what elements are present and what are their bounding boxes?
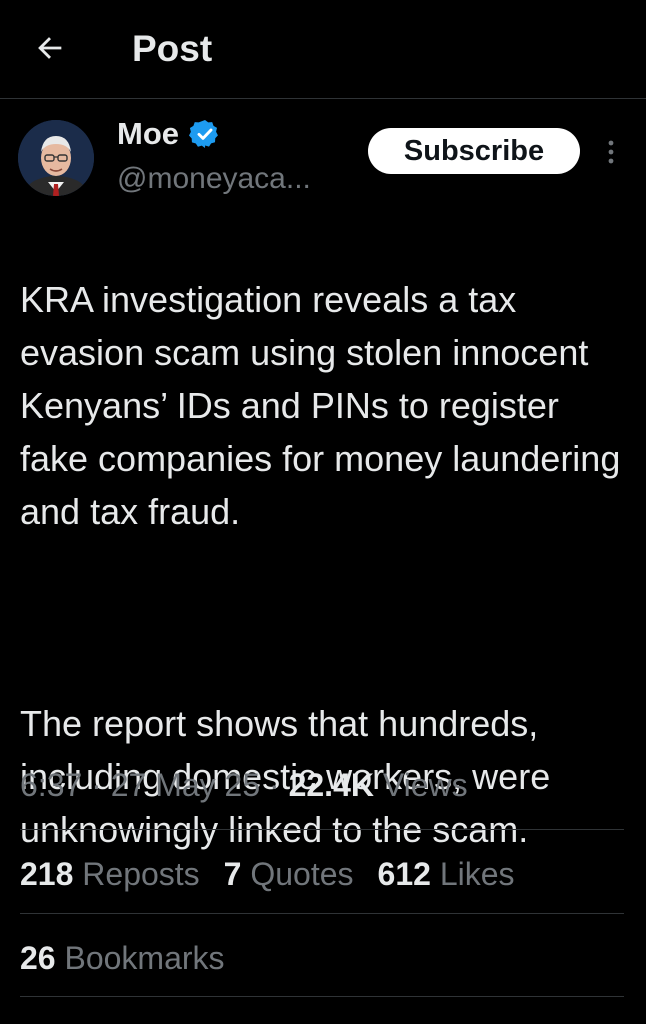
likes-label: Likes (430, 856, 515, 892)
back-button[interactable] (28, 26, 72, 70)
more-options-button[interactable] (596, 134, 626, 170)
divider (20, 996, 624, 997)
page-title: Post (132, 28, 213, 69)
reposts-stat[interactable]: 218 Reposts (20, 852, 200, 896)
likes-count: 612 (377, 856, 431, 892)
bookmarks-count: 26 (20, 940, 56, 976)
likes-stat[interactable]: 612 Likes (378, 852, 515, 896)
divider (20, 913, 624, 914)
quotes-stat[interactable]: 7 Quotes (224, 852, 354, 896)
views-count[interactable]: 22.4K (289, 767, 374, 803)
author-handle[interactable]: @moneyaca... (117, 160, 311, 198)
post-paragraph: KRA investigation reveals a tax evasion … (20, 279, 621, 532)
more-vertical-icon (608, 140, 614, 164)
top-bar: Post (0, 0, 646, 99)
post-date[interactable]: 27 May 25 (111, 767, 260, 803)
meta-separator: · (82, 767, 111, 803)
reposts-count: 218 (20, 856, 74, 892)
paragraph-spacer (20, 591, 630, 644)
bookmarks-stat[interactable]: 26 Bookmarks (20, 936, 225, 980)
engagement-stats: 218 Reposts 7 Quotes 612 Likes (20, 852, 539, 896)
avatar[interactable] (18, 120, 94, 196)
quotes-label: Quotes (241, 856, 354, 892)
meta-separator: · (260, 767, 289, 803)
arrow-left-icon (38, 37, 62, 59)
bookmarks-label: Bookmarks (55, 940, 225, 976)
avatar-portrait-image (18, 120, 94, 196)
author-name[interactable]: Moe (117, 116, 179, 152)
views-label[interactable]: Views (374, 767, 468, 803)
subscribe-button[interactable]: Subscribe (368, 128, 580, 174)
verified-badge-icon (189, 120, 218, 148)
author-name-row[interactable]: Moe (117, 114, 221, 154)
reposts-label: Reposts (73, 856, 200, 892)
divider (20, 829, 624, 830)
post-meta: 6:37 · 27 May 25 · 22.4K Views (20, 763, 468, 807)
post-time[interactable]: 6:37 (20, 767, 82, 803)
quotes-count: 7 (223, 856, 242, 892)
